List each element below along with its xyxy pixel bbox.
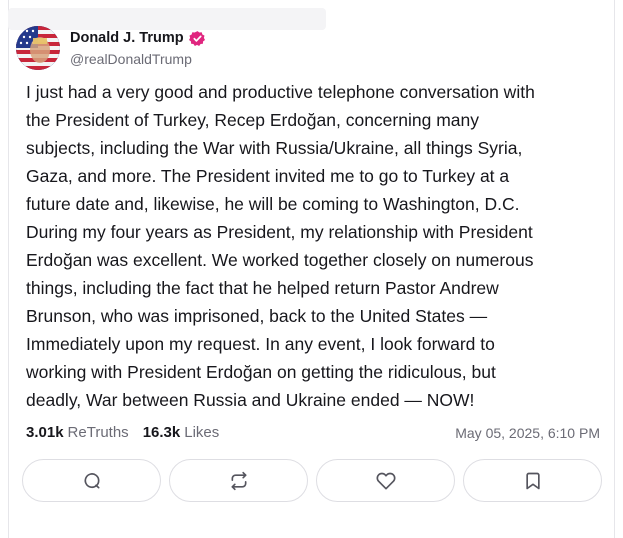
repost-icon: [231, 471, 246, 490]
avatar-flag-portrait: [16, 26, 60, 70]
author-info: Donald J. Trump @realDonaldTrump: [70, 30, 206, 67]
likes-stat[interactable]: 16.3k Likes: [143, 424, 220, 441]
avatar[interactable]: [16, 26, 60, 70]
post-header: Donald J. Trump @realDonaldTrump: [16, 22, 206, 74]
author-name-row: Donald J. Trump: [70, 30, 206, 47]
heart-icon: [376, 472, 395, 489]
author-handle[interactable]: @realDonaldTrump: [70, 51, 206, 67]
retruths-stat[interactable]: 3.01k ReTruths: [26, 424, 129, 441]
verified-badge-icon: [188, 30, 206, 47]
bookmark-button[interactable]: [463, 459, 602, 502]
bookmark-icon: [525, 472, 540, 489]
retruths-count: 3.01k: [26, 424, 64, 441]
retruths-label: ReTruths: [67, 424, 129, 441]
post-stats: 3.01k ReTruths 16.3k Likes May 05, 2025, 6…: [26, 424, 600, 441]
comment-icon: [84, 472, 99, 488]
reply-button[interactable]: [22, 459, 161, 502]
like-button[interactable]: [316, 459, 455, 502]
post-timestamp[interactable]: May 05, 2025, 6:10 PM: [455, 425, 600, 441]
post-actions: [22, 459, 602, 502]
likes-count: 16.3k: [142, 424, 181, 441]
author-display-name[interactable]: Donald J. Trump: [70, 30, 184, 46]
post-body-text: I just had a very good and productive te…: [26, 82, 535, 410]
likes-label: Likes: [184, 424, 220, 441]
retruth-button[interactable]: [169, 459, 308, 502]
